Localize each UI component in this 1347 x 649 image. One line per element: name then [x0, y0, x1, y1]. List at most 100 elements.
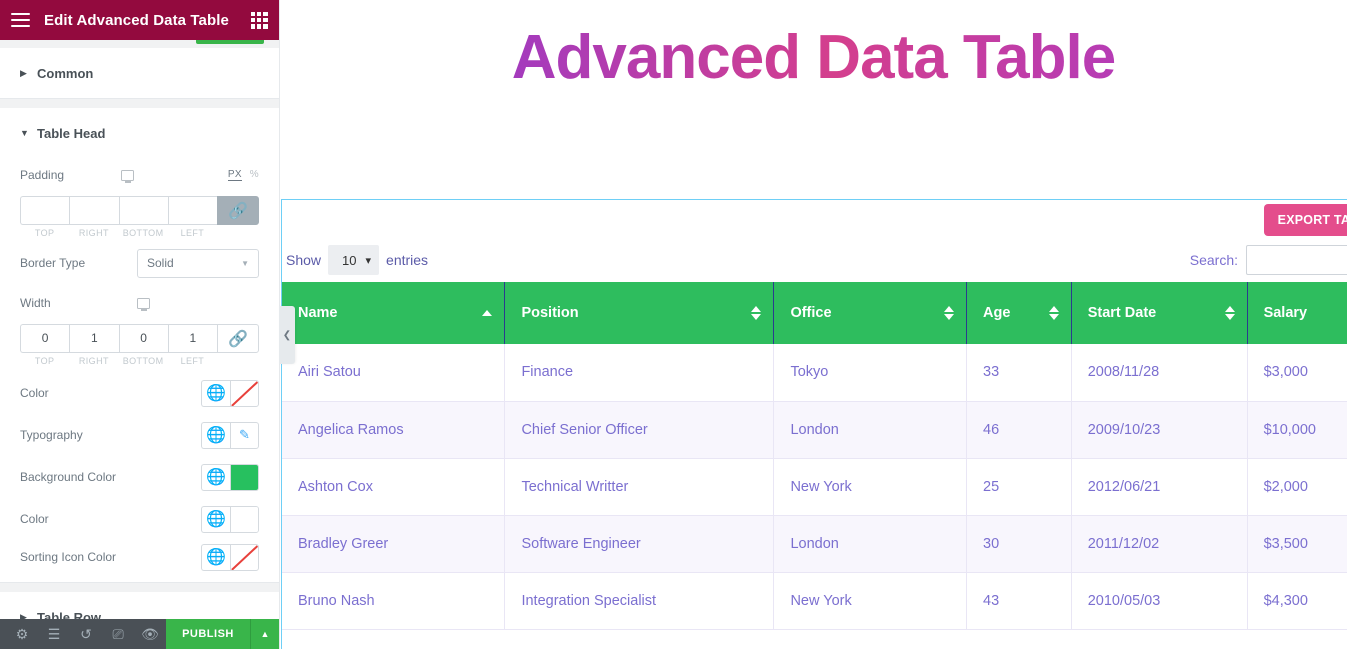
color-1-label: Color	[20, 386, 49, 400]
control-color-1: Color 🌐	[20, 372, 259, 414]
column-header-name[interactable]: Name	[282, 282, 506, 344]
entries-length-control: Show 10 entries	[286, 245, 428, 275]
table-row[interactable]: Ashton Cox Technical Writter New York 25…	[282, 458, 1347, 516]
column-header-salary[interactable]: Salary	[1246, 282, 1347, 344]
control-sorting-icon-color: Sorting Icon Color 🌐	[20, 540, 259, 582]
background-color-swatch[interactable]	[230, 463, 259, 491]
globe-icon[interactable]: 🌐	[201, 421, 230, 449]
search-input[interactable]	[1246, 245, 1347, 275]
padding-left-input[interactable]	[167, 196, 217, 225]
width-label-top: TOP	[34, 356, 55, 366]
control-typography: Typography 🌐 ✎	[20, 414, 259, 456]
color-1-swatch[interactable]	[230, 379, 259, 407]
column-header-office[interactable]: Office	[773, 282, 968, 344]
globe-icon[interactable]: 🌐	[201, 379, 230, 407]
publish-button[interactable]: PUBLISH	[166, 619, 250, 649]
column-label-age: Age	[983, 305, 1011, 321]
sort-asc-icon	[482, 310, 493, 316]
panel-collapse-handle[interactable]: ❮	[279, 306, 295, 364]
color-2-label: Color	[20, 512, 49, 526]
entries-label: entries	[386, 252, 429, 268]
export-table-data-button[interactable]: EXPORT TABLE DATA	[1263, 204, 1347, 236]
cell-salary: $3,000	[1247, 344, 1347, 402]
data-table-widget: EXPORT TABLE DATA Show 10 entries Search…	[281, 199, 1347, 649]
cell-position: Chief Senior Officer	[504, 401, 775, 459]
cell-start-date: 2010/05/03	[1071, 572, 1248, 630]
unit-percent[interactable]: %	[250, 169, 259, 180]
padding-label-right: RIGHT	[78, 228, 109, 238]
responsive-icon[interactable]: ⎚	[102, 619, 134, 649]
typography-edit-icon[interactable]: ✎	[230, 421, 259, 449]
column-header-age[interactable]: Age	[966, 282, 1072, 344]
section-table-row[interactable]: ▶ Table Row	[0, 592, 279, 619]
table-search-control: Search:	[1190, 245, 1347, 275]
width-top-input[interactable]: 0	[20, 324, 70, 353]
section-table-row-header[interactable]: ▶ Table Row	[0, 592, 279, 620]
cell-start-date: 2012/06/21	[1071, 458, 1248, 516]
color-2-swatch[interactable]	[230, 505, 259, 533]
table-body: Airi Satou Finance Tokyo 33 2008/11/28 $…	[282, 344, 1347, 630]
column-header-start-date[interactable]: Start Date	[1070, 282, 1248, 344]
width-label-right: RIGHT	[78, 356, 109, 366]
preview-icon[interactable]: 👁	[134, 619, 166, 649]
gear-icon[interactable]: ⚙	[6, 619, 38, 649]
chevron-right-icon: ▶	[20, 67, 27, 78]
section-common[interactable]: ▶ Common	[0, 48, 279, 99]
unit-px[interactable]: PX	[227, 169, 242, 181]
table-header-row: Name Position Office Age Start Date Sala…	[282, 282, 1347, 344]
border-type-select[interactable]: Solid ▼	[137, 248, 259, 278]
panel-footer: ⚙ ☰ ↺ ⎚ 👁 PUBLISH ▲	[0, 619, 279, 649]
history-icon[interactable]: ↺	[70, 619, 102, 649]
width-right-input[interactable]: 1	[69, 324, 119, 353]
width-link-icon[interactable]: 🔗	[217, 324, 259, 353]
table-row[interactable]: Bruno Nash Integration Specialist New Yo…	[282, 572, 1347, 630]
cell-salary: $10,000	[1247, 401, 1347, 459]
width-label: Width	[20, 296, 51, 310]
layers-icon[interactable]: ☰	[38, 619, 70, 649]
padding-top-input[interactable]	[20, 196, 70, 225]
padding-label-left: LEFT	[180, 228, 205, 238]
responsive-monitor-icon[interactable]	[137, 297, 150, 311]
control-background-color: Background Color 🌐	[20, 456, 259, 498]
cell-salary: $2,000	[1247, 458, 1347, 516]
section-table-head-header[interactable]: ▼ Table Head	[0, 108, 279, 158]
control-padding: Padding PX % 🔗 TOP RIGHT BOTTOM LEFT Bor…	[0, 158, 279, 582]
padding-link-spacer	[217, 228, 259, 238]
cell-start-date: 2011/12/02	[1071, 515, 1248, 573]
border-type-label: Border Type	[20, 256, 86, 270]
width-label-bottom: BOTTOM	[122, 356, 164, 366]
control-width: Width	[20, 286, 259, 320]
width-side-labels: TOP RIGHT BOTTOM LEFT	[20, 356, 259, 372]
entries-select[interactable]: 10	[328, 245, 380, 275]
sort-icon	[1224, 306, 1235, 320]
table-head: Name Position Office Age Start Date Sala…	[282, 282, 1347, 344]
padding-link-icon[interactable]: 🔗	[217, 196, 259, 225]
publish-options-caret-icon[interactable]: ▲	[249, 619, 279, 649]
globe-icon[interactable]: 🌐	[201, 463, 230, 491]
padding-bottom-input[interactable]	[118, 196, 168, 225]
preview-canvas: Advanced Data Table EXPORT TABLE DATA Sh…	[280, 0, 1347, 649]
table-row[interactable]: Angelica Ramos Chief Senior Officer Lond…	[282, 401, 1347, 459]
sorting-icon-color-swatch[interactable]	[230, 543, 259, 571]
panel-divider	[0, 99, 279, 108]
grid-icon[interactable]	[239, 0, 279, 40]
globe-icon[interactable]: 🌐	[201, 505, 230, 533]
cell-age: 33	[966, 344, 1072, 402]
cell-salary: $4,300	[1247, 572, 1347, 630]
chevron-down-icon: ▼	[20, 128, 29, 138]
padding-label-bottom: BOTTOM	[122, 228, 164, 238]
globe-icon[interactable]: 🌐	[201, 543, 230, 571]
cell-age: 46	[966, 401, 1072, 459]
responsive-monitor-icon[interactable]	[121, 169, 135, 183]
padding-right-input[interactable]	[69, 196, 119, 225]
cell-age: 30	[966, 515, 1072, 573]
column-header-position[interactable]: Position	[504, 282, 775, 344]
width-left-input[interactable]: 1	[167, 324, 217, 353]
advanced-data-table: Name Position Office Age Start Date Sala…	[282, 282, 1347, 630]
column-label-name: Name	[298, 305, 338, 321]
chevron-right-icon: ▶	[20, 611, 27, 620]
table-row[interactable]: Bradley Greer Software Engineer London 3…	[282, 515, 1347, 573]
section-common-header[interactable]: ▶ Common	[0, 48, 279, 98]
table-row[interactable]: Airi Satou Finance Tokyo 33 2008/11/28 $…	[282, 344, 1347, 402]
width-bottom-input[interactable]: 0	[118, 324, 168, 353]
